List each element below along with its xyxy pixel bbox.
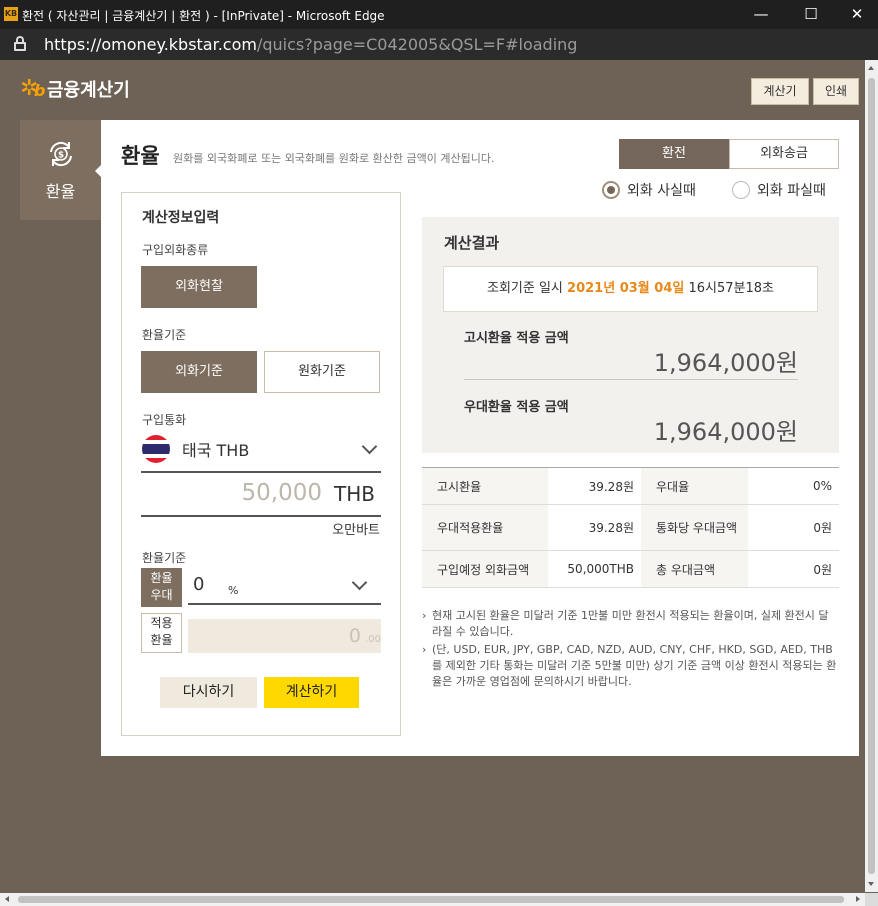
pref-btn-line2: 우대 [150,588,173,602]
exchange-panel: 환율 원화를 외국화폐로 또는 외국화폐를 원화로 환산한 금액이 계산됩니다.… [101,120,859,756]
table-key: 구입예정 외화금액 [422,550,548,588]
notice-amount-value: 1,964,000원 [653,349,798,377]
address-bar[interactable]: https://omoney.kbstar.com/quics?page=C04… [0,29,878,60]
browser-titlebar: KB 환전 ( 자산관리 | 금융계산기 | 환전 ) - [InPrivate… [0,0,878,29]
sidebar-item-label: 환율 [45,182,76,201]
minimize-button[interactable]: — [749,4,773,24]
pref-btn-line1: 환율 [150,571,173,585]
currency-label: 구입통화 [142,413,187,427]
exchange-icon: $ [50,141,72,167]
query-time: 조회기준 일시 2021년 03월 04일 16시57분18초 [443,266,818,312]
scrollbar-corner [865,893,878,906]
table-value: 50,000THB [548,550,641,588]
url-text[interactable]: https://omoney.kbstar.com/quics?page=C04… [44,35,577,54]
query-date: 2021년 03월 04일 [567,281,685,296]
kb-favicon-icon: KB [4,7,18,21]
rate-basis-label: 환율기준 [142,551,187,565]
chevron-down-icon[interactable] [351,574,368,591]
applied-rate-value: 0 [348,625,361,647]
scroll-up-icon[interactable] [868,66,874,70]
table-key: 우대적용환율 [422,504,548,551]
applied-btn-line2: 환율 [150,633,173,647]
calculate-button[interactable]: 계산하기 [264,677,359,708]
page-description: 원화를 외국화폐로 또는 외국화폐를 원화로 환산한 금액이 계산됩니다. [173,152,495,165]
horizontal-scrollbar[interactable] [0,893,865,906]
scroll-thumb[interactable] [868,78,875,874]
applied-btn-line1: 적용 [150,616,173,630]
pref-underline [188,603,381,605]
tab-exchange[interactable]: 환전 [619,139,729,169]
chevron-down-icon[interactable] [361,438,378,455]
table-row: 우대적용환율 39.28원 통화당 우대금액 0원 [422,504,839,551]
radio-unchecked-icon[interactable] [732,181,750,199]
table-row: 고시환율 39.28원 우대율 0% [422,467,839,505]
scroll-right-icon[interactable] [856,896,860,902]
table-value: 0% [748,467,839,505]
table-key: 통화당 우대금액 [641,504,748,551]
amount-underline [141,515,381,517]
notice-text: 현재 고시된 환율은 미달러 기준 1만불 미만 환전시 적용되는 환율이며, … [432,609,829,638]
scroll-thumb[interactable] [18,896,844,903]
result-box: 계산결과 조회기준 일시 2021년 03월 04일 16시57분18초 고시환… [422,217,839,453]
result-divider [464,379,798,380]
table-value: 39.28원 [548,467,641,505]
pref-amount-value: 1,964,000원 [653,418,798,446]
result-detail-table: 고시환율 39.28원 우대율 0% 우대적용환율 39.28원 통화당 우대금… [422,467,839,588]
currency-underline [141,471,381,473]
basis-label: 환율기준 [142,328,187,342]
table-key: 우대율 [641,467,748,505]
bullet-chevron-icon: › [422,609,427,622]
input-section-title: 계산정보입력 [142,210,220,226]
amount-unit: THB [334,482,375,506]
svg-text:$: $ [58,151,64,161]
applied-rate-decimal: .00 [365,634,381,645]
radio-label: 외화 사실때 [627,183,696,199]
table-key: 총 우대금액 [641,550,748,588]
currency-select[interactable]: 태국 THB [182,437,249,461]
calc-input-box: 계산정보입력 구입외화종류 외화현찰 환율기준 외화기준 원화기준 구입통화 태… [121,192,401,736]
query-clock: 16시57분18초 [688,281,774,296]
maximize-button[interactable]: ☐ [799,4,823,24]
print-button[interactable]: 인쇄 [813,78,859,105]
lock-icon [14,36,26,52]
foreign-basis-button[interactable]: 외화기준 [141,351,257,393]
purchase-type-label: 구입외화종류 [142,243,209,257]
amount-korean-text: 오만바트 [332,523,380,538]
table-value: 39.28원 [548,504,641,551]
url-path: /quics?page=C042005&QSL=F#loading [256,35,578,54]
calculator-button[interactable]: 계산기 [751,78,809,105]
table-key: 고시환율 [422,467,548,505]
logo-text: 금융계산기 [47,80,130,101]
table-value: 0원 [748,550,839,588]
table-row: 구입예정 외화금액 50,000THB 총 우대금액 0원 [422,550,839,588]
cash-button[interactable]: 외화현찰 [141,266,257,308]
won-basis-button[interactable]: 원화기준 [264,351,380,393]
notice-text: (단, USD, EUR, JPY, GBP, CAD, NZD, AUD, C… [432,643,837,688]
applied-rate-input[interactable]: 0 .00 [188,619,381,653]
vertical-scrollbar[interactable] [865,60,878,892]
thailand-flag-icon [142,435,170,463]
preferential-rate-button[interactable]: 환율 우대 [141,568,182,607]
radio-label: 외화 파실때 [757,183,826,199]
reset-button[interactable]: 다시하기 [160,677,257,708]
url-host: https://omoney.kbstar.com [44,35,257,54]
close-window-button[interactable]: ✕ [845,4,869,24]
amount-input[interactable]: 50,000 [202,480,322,506]
query-time-prefix: 조회기준 일시 [487,281,563,296]
table-value: 0원 [748,504,839,551]
radio-checked-icon[interactable] [602,181,620,199]
bullet-chevron-icon: › [422,643,427,656]
kb-b-mark: b [34,81,46,100]
percent-unit: % [228,584,239,597]
page-title: 환율 [121,144,160,168]
scroll-left-icon[interactable] [5,896,9,902]
sidebar-item-exchange[interactable]: $ 환율 [20,120,102,220]
applied-rate-button[interactable]: 적용 환율 [141,613,182,653]
scroll-down-icon[interactable] [868,882,874,886]
preferential-rate-input[interactable]: 0 [193,574,204,595]
tab-remittance[interactable]: 외화송금 [729,139,839,169]
result-title: 계산결과 [444,234,500,252]
window-title: 환전 ( 자산관리 | 금융계산기 | 환전 ) - [InPrivate] -… [22,9,385,23]
